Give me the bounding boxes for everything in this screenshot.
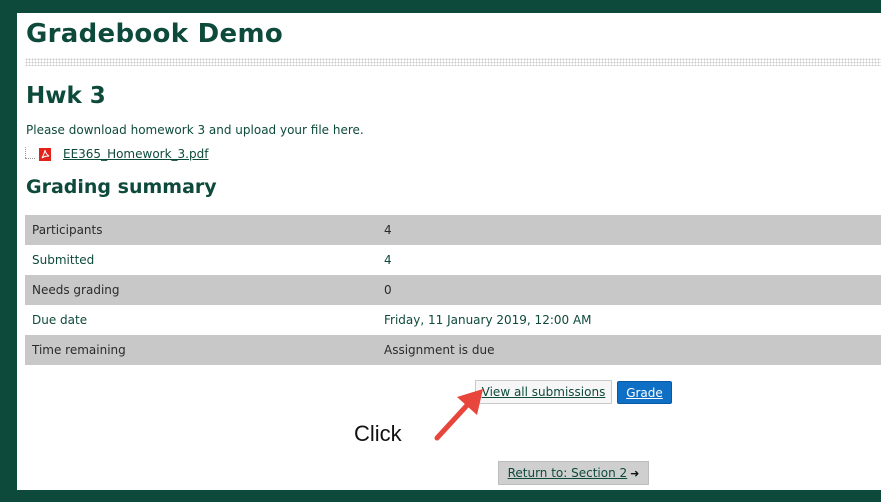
- main-panel: Gradebook Demo Hwk 3 Please download hom…: [17, 13, 881, 490]
- row-label: Time remaining: [25, 335, 378, 365]
- table-row: Time remaining Assignment is due: [25, 335, 881, 365]
- tree-connector: [22, 147, 36, 161]
- pdf-icon: [39, 147, 51, 161]
- row-value: 4: [378, 245, 881, 275]
- grade-button[interactable]: Grade: [617, 381, 672, 404]
- annotation-label: Click: [354, 421, 402, 446]
- row-value: 4: [378, 215, 881, 245]
- table-row: Due date Friday, 11 January 2019, 12:00 …: [25, 305, 881, 335]
- page-title: Hwk 3: [26, 83, 106, 109]
- table-row: Submitted 4: [25, 245, 881, 275]
- table-row: Needs grading 0: [25, 275, 881, 305]
- row-label: Participants: [25, 215, 378, 245]
- return-to-section-button[interactable]: Return to: Section 2 ➜: [498, 461, 649, 485]
- row-value: 0: [378, 275, 881, 305]
- site-title[interactable]: Gradebook Demo: [26, 19, 283, 49]
- annotation-arrow-icon: [434, 389, 483, 441]
- assignment-intro: Please download homework 3 and upload yo…: [26, 123, 364, 137]
- row-value: Assignment is due: [378, 335, 881, 365]
- row-label: Needs grading: [25, 275, 378, 305]
- grading-summary-heading: Grading summary: [26, 176, 217, 198]
- row-label: Submitted: [25, 245, 378, 275]
- return-label: Return to: Section 2: [507, 466, 628, 480]
- attachment-row: EE365_Homework_3.pdf: [22, 146, 208, 162]
- table-row: Participants 4: [25, 215, 881, 245]
- header-divider: [25, 58, 881, 66]
- sign-in-icon: ➜: [630, 466, 640, 480]
- attachment-link[interactable]: EE365_Homework_3.pdf: [63, 147, 208, 161]
- row-label: Due date: [25, 305, 378, 335]
- grading-summary-table: Participants 4 Submitted 4 Needs grading…: [25, 215, 881, 365]
- row-value: Friday, 11 January 2019, 12:00 AM: [378, 305, 881, 335]
